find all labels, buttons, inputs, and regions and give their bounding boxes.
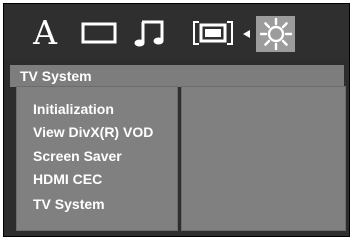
menu-item-initialization[interactable]: Initialization	[33, 101, 114, 117]
menu-item-view-divx-vod[interactable]: View DivX(R) VOD	[33, 124, 153, 140]
music-note-icon	[134, 20, 164, 47]
tab-settings[interactable]	[256, 16, 295, 52]
sun-gear-icon	[259, 17, 292, 51]
menu-item-tv-system[interactable]: TV System	[33, 196, 105, 212]
menu-item-hdmi-cec[interactable]: HDMI CEC	[33, 171, 102, 187]
tab-language[interactable]: A	[28, 13, 62, 52]
selection-arrow-icon	[243, 30, 250, 38]
category-tab-bar: A	[4, 4, 349, 59]
tab-audio[interactable]	[133, 17, 167, 49]
tab-video[interactable]	[191, 17, 235, 49]
submenu-options-panel	[181, 86, 346, 231]
tab-display[interactable]	[81, 17, 117, 49]
section-title: TV System	[20, 68, 92, 84]
menu-list-panel: Initialization View DivX(R) VOD Screen S…	[16, 86, 178, 231]
letter-a-icon: A	[33, 13, 57, 52]
menu-item-screen-saver[interactable]: Screen Saver	[33, 148, 122, 164]
display-rectangle-icon	[81, 22, 117, 44]
video-bracket-icon	[193, 21, 233, 45]
settings-menu-window: A TV System Initialization View DivX(R) …	[3, 3, 350, 237]
section-title-bar: TV System	[10, 65, 344, 87]
